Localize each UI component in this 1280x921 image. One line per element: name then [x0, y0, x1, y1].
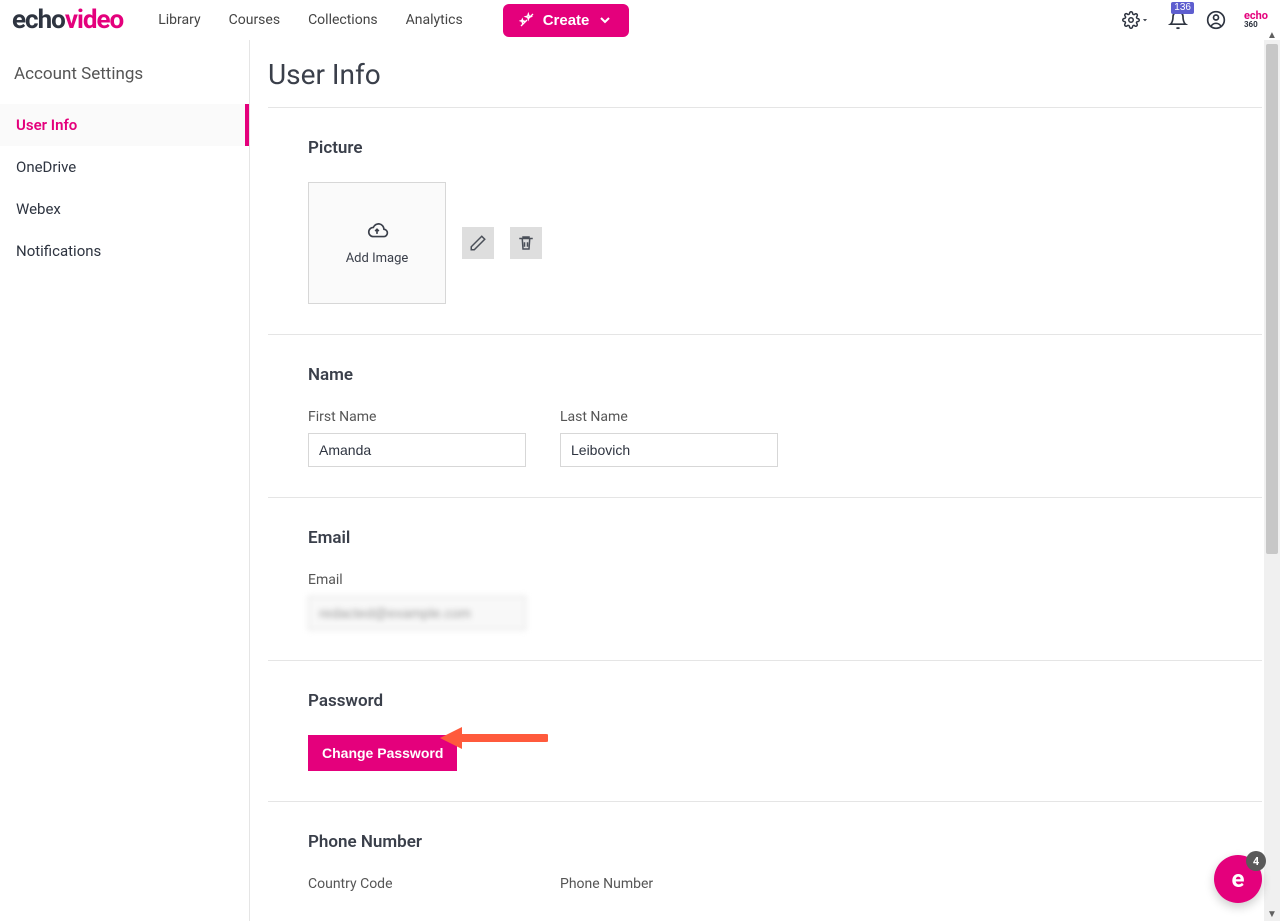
email-section: Email Email [268, 498, 1262, 661]
page-title: User Info [268, 58, 1262, 91]
sidebar-title: Account Settings [0, 58, 249, 104]
brand-logo[interactable]: echovideo [12, 5, 123, 35]
echo360-logo[interactable]: echo 360 [1244, 11, 1268, 28]
gear-icon [1122, 11, 1140, 29]
nav-links: Library Courses Collections Analytics Cr… [158, 4, 629, 37]
cloud-upload-icon [364, 221, 390, 243]
email-input [308, 596, 526, 630]
last-name-input[interactable] [560, 433, 778, 467]
first-name-input[interactable] [308, 433, 526, 467]
email-label: Email [308, 572, 526, 588]
name-section: Name First Name Last Name [268, 335, 1262, 498]
sidebar-item-onedrive[interactable]: OneDrive [0, 146, 249, 188]
account-button[interactable] [1206, 10, 1226, 30]
chat-bubble-icon: e [1232, 865, 1245, 893]
picture-heading: Picture [308, 138, 1222, 158]
change-password-button[interactable]: Change Password [308, 735, 457, 771]
phone-number-label: Phone Number [560, 876, 778, 892]
phone-section: Phone Number Country Code Phone Number [268, 802, 1262, 892]
chevron-down-icon [597, 12, 613, 28]
settings-button[interactable] [1122, 11, 1150, 29]
trash-icon [517, 234, 535, 252]
scrollbar-thumb[interactable] [1266, 44, 1278, 554]
sidebar: Account Settings User Info OneDrive Webe… [0, 40, 250, 921]
last-name-group: Last Name [560, 409, 778, 467]
phone-number-group: Phone Number [560, 876, 778, 892]
add-image-box[interactable]: Add Image [308, 182, 446, 304]
sidebar-item-notifications[interactable]: Notifications [0, 230, 249, 272]
phone-heading: Phone Number [308, 832, 1222, 852]
main-content: User Info Picture Add Image Name [250, 40, 1280, 921]
edit-picture-button[interactable] [462, 227, 494, 259]
chat-badge: 4 [1246, 851, 1266, 871]
scrollbar[interactable]: ▲ ▼ [1264, 40, 1280, 921]
country-code-label: Country Code [308, 876, 526, 892]
password-heading: Password [308, 691, 1222, 711]
page-layout: Account Settings User Info OneDrive Webe… [0, 40, 1280, 921]
first-name-label: First Name [308, 409, 526, 425]
nav-courses[interactable]: Courses [229, 12, 280, 28]
email-heading: Email [308, 528, 1222, 548]
sidebar-item-user-info[interactable]: User Info [0, 104, 249, 146]
notifications-badge: 136 [1171, 2, 1194, 14]
email-row: Email [308, 572, 1222, 630]
password-section: Password Change Password [268, 661, 1262, 802]
name-row: First Name Last Name [308, 409, 1222, 467]
phone-row: Country Code Phone Number [308, 876, 1222, 892]
brand-echo: echo [12, 5, 65, 35]
first-name-group: First Name [308, 409, 526, 467]
create-button[interactable]: Create [503, 4, 630, 37]
name-heading: Name [308, 365, 1222, 385]
create-label: Create [543, 12, 590, 29]
add-image-label: Add Image [346, 251, 409, 266]
nav-collections[interactable]: Collections [308, 12, 378, 28]
email-group: Email [308, 572, 526, 630]
top-navbar: echovideo Library Courses Collections An… [0, 0, 1280, 40]
picture-row: Add Image [308, 182, 1222, 304]
chat-bubble-button[interactable]: e 4 [1214, 855, 1262, 903]
topbar-right: 136 echo 360 [1122, 10, 1268, 30]
country-code-group: Country Code [308, 876, 526, 892]
brand-video: video [65, 5, 123, 35]
last-name-label: Last Name [560, 409, 778, 425]
user-circle-icon [1206, 10, 1226, 30]
scroll-up-icon[interactable]: ▲ [1264, 28, 1280, 42]
magic-wand-icon [519, 12, 535, 28]
scroll-down-icon[interactable]: ▼ [1264, 907, 1280, 921]
nav-library[interactable]: Library [158, 12, 200, 28]
sidebar-item-webex[interactable]: Webex [0, 188, 249, 230]
notifications-button[interactable]: 136 [1168, 10, 1188, 30]
nav-analytics[interactable]: Analytics [406, 12, 463, 28]
pencil-icon [469, 234, 487, 252]
caret-down-icon [1140, 15, 1150, 25]
delete-picture-button[interactable] [510, 227, 542, 259]
picture-section: Picture Add Image [268, 108, 1262, 335]
